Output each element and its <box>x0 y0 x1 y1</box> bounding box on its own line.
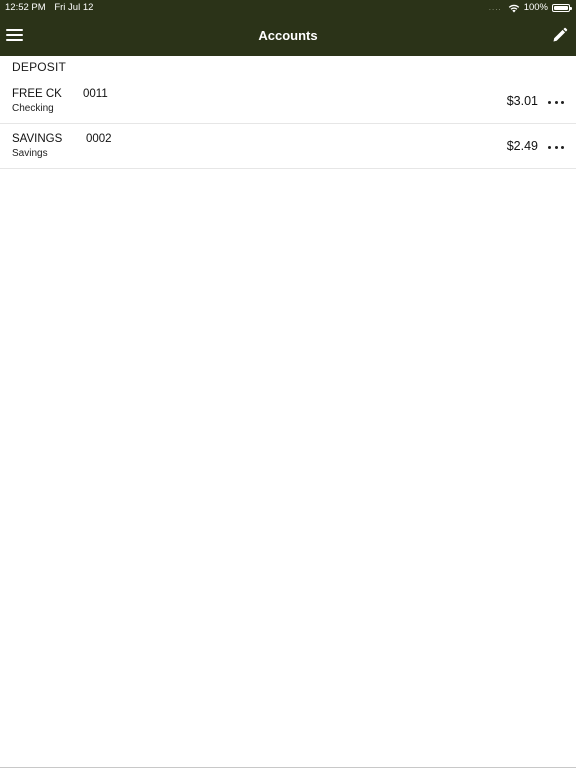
account-name: FREE CK <box>12 88 62 100</box>
signal-indicator: .... <box>488 3 502 12</box>
pencil-icon[interactable] <box>552 27 568 43</box>
status-time: 12:52 PM <box>5 2 46 13</box>
wifi-icon <box>508 4 519 13</box>
account-balance: $2.49 <box>506 139 538 153</box>
more-options-icon[interactable] <box>548 139 564 155</box>
section-header-deposit: DEPOSIT <box>12 60 67 74</box>
account-type: Savings <box>12 148 48 159</box>
account-row-savings[interactable]: SAVINGS 0002 Savings $2.49 <box>0 125 576 169</box>
status-bar: 12:52 PM Fri Jul 12 .... 100% <box>0 0 576 16</box>
more-options-icon[interactable] <box>548 94 564 110</box>
accounts-screen: 12:52 PM Fri Jul 12 .... 100% Accounts D… <box>0 0 576 768</box>
account-type: Checking <box>12 103 54 114</box>
account-balance: $3.01 <box>506 94 538 108</box>
battery-icon <box>552 4 572 12</box>
navigation-bar: Accounts <box>0 16 576 56</box>
account-row-free-ck[interactable]: FREE CK 0011 Checking $3.01 <box>0 80 576 124</box>
account-number: 0002 <box>86 133 112 145</box>
account-name: SAVINGS <box>12 133 63 145</box>
account-number: 0011 <box>83 88 108 100</box>
status-date: Fri Jul 12 <box>54 2 94 13</box>
battery-percentage: 100% <box>523 2 548 13</box>
page-title: Accounts <box>258 28 318 43</box>
